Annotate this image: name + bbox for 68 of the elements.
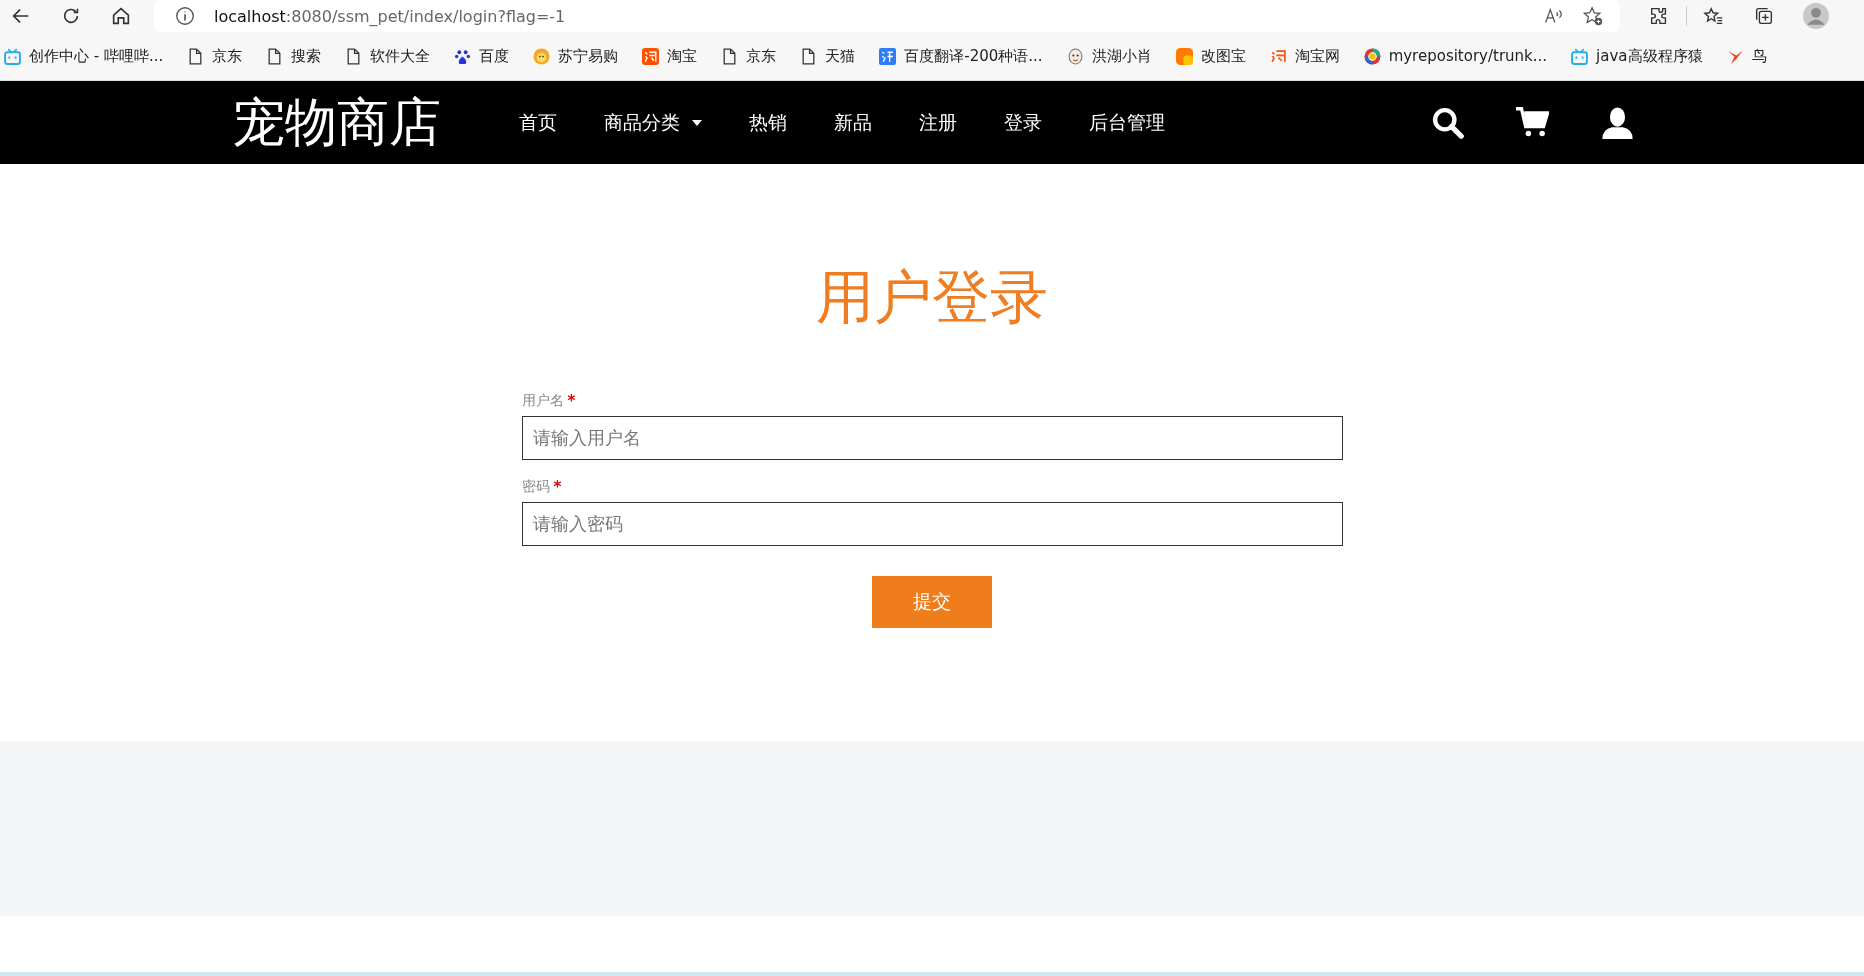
bookmark-label: 鸟 (1751, 46, 1767, 66)
bookmark-label: 淘宝 (667, 46, 698, 66)
bookmark-link[interactable]: 百度翻译-200种语... (879, 46, 1043, 66)
bookmark-link[interactable]: 京东 (187, 46, 243, 66)
tv-icon (4, 47, 21, 65)
url-text: localhost:8080/ssm_pet/index/login?flag=-1 (214, 6, 566, 26)
bird-icon (1726, 47, 1744, 65)
bookmark-label: 搜索 (291, 46, 322, 66)
lion-face-icon (533, 47, 551, 65)
nav-link[interactable]: 注册 (919, 109, 957, 136)
tao-icon (1269, 47, 1287, 65)
bookmark-label: 百度翻译-200种语... (904, 46, 1043, 66)
bookmark-label: 京东 (746, 46, 777, 66)
bookmark-link[interactable]: java高级程序猿 (1571, 46, 1703, 66)
bookmark-label: 京东 (212, 46, 243, 66)
bookmark-link[interactable]: 搜索 (266, 46, 322, 66)
tv-icon (1571, 47, 1589, 65)
bookmark-label: 百度 (479, 46, 510, 66)
info-icon[interactable] (174, 5, 196, 27)
globe-icon (1363, 47, 1381, 65)
field-label: 用户名 (521, 391, 564, 410)
cartoon-mascot-icon (1066, 47, 1084, 65)
page-title: 用户登录 (816, 266, 1048, 330)
bookmark-link[interactable]: 洪湖小肖 (1066, 46, 1152, 66)
nav-link[interactable]: 后台管理 (1089, 109, 1165, 136)
translate-icon (879, 47, 897, 65)
paw-icon (454, 47, 472, 65)
search-icon[interactable] (1431, 106, 1464, 139)
bookmark-label: 淘宝网 (1294, 46, 1340, 66)
bookmark-label: 创作中心 - 哔哩哔... (29, 46, 164, 66)
bookmark-link[interactable]: 改图宝 (1175, 46, 1246, 66)
star-add-icon[interactable] (1582, 5, 1604, 27)
caret-icon (692, 119, 702, 126)
input-field[interactable]: 请输入密码 (521, 501, 1343, 546)
bookmark-label: 软件大全 (370, 46, 431, 66)
site-logo[interactable]: 宠物商店 (233, 87, 441, 158)
bookmark-label: 苏宁易购 (558, 46, 619, 66)
field-label: 密码 (521, 477, 550, 496)
bookmark-label: 天猫 (825, 46, 856, 66)
tao-icon (642, 47, 660, 65)
nav-link[interactable]: 商品分类 (604, 109, 702, 136)
favorites-icon[interactable] (1703, 5, 1725, 27)
input-field[interactable]: 请输入用户名 (521, 415, 1343, 460)
bookmark-link[interactable]: 天猫 (800, 46, 856, 66)
bookmark-link[interactable]: 软件大全 (345, 46, 431, 66)
bookmark-label: 改图宝 (1200, 46, 1246, 66)
nav-link[interactable]: 热销 (749, 109, 787, 136)
bookmark-link[interactable]: 创作中心 - 哔哩哔... (4, 46, 164, 66)
bookmark-link[interactable]: 淘宝 (642, 46, 698, 66)
image-square-icon (1175, 47, 1193, 65)
nav-link[interactable]: 新品 (834, 109, 872, 136)
bookmark-link[interactable]: 百度 (454, 46, 510, 66)
home-icon[interactable] (110, 5, 132, 27)
required-mark: * (553, 477, 562, 496)
nav-link[interactable]: 首页 (519, 109, 557, 136)
bookmark-link[interactable]: 京东 (721, 46, 777, 66)
address-bar[interactable]: localhost:8080/ssm_pet/index/login?flag=-1 (154, 0, 1620, 32)
bookmark-label: 洪湖小肖 (1091, 46, 1152, 66)
profile-avatar-icon[interactable] (1803, 3, 1829, 29)
bookmark-label: java高级程序猿 (1596, 46, 1703, 66)
bookmark-link[interactable]: 淘宝网 (1269, 46, 1340, 66)
nav-link[interactable]: 登录 (1004, 109, 1042, 136)
cart-icon[interactable] (1516, 106, 1549, 139)
bookmark-link[interactable]: 鸟 (1726, 46, 1767, 66)
user-icon[interactable] (1601, 106, 1634, 139)
collections-icon[interactable] (1753, 5, 1775, 27)
required-mark: * (567, 391, 576, 410)
bookmark-link[interactable]: 苏宁易购 (533, 46, 619, 66)
